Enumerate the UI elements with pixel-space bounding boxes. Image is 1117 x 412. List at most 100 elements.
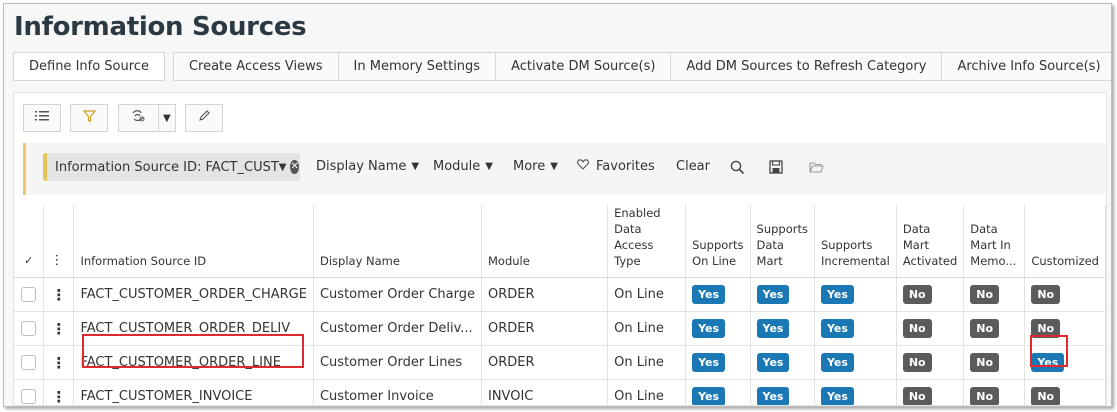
dm-inmemory-badge: No [970,285,1000,304]
chevron-down-icon: ▼ [411,161,420,172]
info-source-id-filter-chip[interactable]: Information Source ID: FACT_CUST ▼ ✕ [43,153,300,181]
customized-badge: No [1031,387,1061,405]
supports-online-badge: Yes [692,353,726,372]
supports-datamart-badge: Yes [756,387,790,405]
cell-display-name: Customer Order Lines [313,345,483,380]
row-menu-icon[interactable]: ⋮ [43,311,75,346]
row-checkbox[interactable] [21,321,37,336]
app-window: Information Sources Define Info Source C… [3,3,1112,407]
display-name-filter-label: Display Name [316,159,407,174]
col-header-dm-activated[interactable]: Data Mart Activated [896,205,965,278]
dm-activated-badge: No [902,353,932,372]
module-filter[interactable]: Module ▼ [433,159,493,174]
row-menu-icon[interactable]: ⋮ [43,345,75,380]
cell-info-source-id: FACT_CUSTOMER_ORDER_DELIV [73,311,314,346]
cell-access-type: On Line [607,379,687,405]
list-icon [35,110,49,126]
command-bar: Define Info Source Create Access Views I… [13,52,1111,81]
save-icon[interactable] [769,160,783,174]
col-header-access-type[interactable]: Enabled Data Access Type [607,205,687,278]
col-header-dm-inmemory[interactable]: Data Mart In Memo... [963,205,1026,278]
supports-incremental-badge: Yes [820,353,854,372]
header-menu-icon[interactable]: ⋮ [43,205,75,278]
row-checkbox[interactable] [21,389,37,404]
cell-display-name: Customer Order Deliv... [313,311,483,346]
more-filter-label: More [513,159,546,174]
favorites-button[interactable]: Favorites [577,159,655,174]
filter-bar: Information Source ID: FACT_CUST ▼ ✕ Dis… [23,143,1105,195]
folder-icon[interactable] [809,161,824,173]
col-header-info-source-id[interactable]: Information Source ID [73,205,314,278]
filter-toggle-button[interactable] [70,104,108,132]
module-filter-label: Module [433,159,481,174]
row-checkbox[interactable] [21,355,37,370]
cell-access-type: On Line [607,345,687,380]
clear-chip-icon[interactable]: ✕ [290,160,299,174]
settings-dropdown-button[interactable]: ▼ [118,104,176,132]
col-header-display-name[interactable]: Display Name [313,205,483,278]
list-panel: ▼ Information Source ID: FACT_CUST ▼ ✕ D… [13,92,1107,406]
edit-button[interactable] [185,104,223,132]
cell-display-name: Customer Order Charge [313,277,483,312]
activate-dm-sources-button[interactable]: Activate DM Source(s) [496,52,672,81]
cell-module: ORDER [481,345,609,380]
add-dm-sources-refresh-button[interactable]: Add DM Sources to Refresh Category [671,52,943,81]
cell-module: ORDER [481,311,609,346]
pencil-icon [198,110,210,126]
table-row[interactable]: ⋮ FACT_CUSTOMER_ORDER_DELIV Customer Ord… [14,311,1106,346]
row-menu-icon[interactable]: ⋮ [43,379,75,405]
search-icon[interactable] [730,160,745,175]
in-memory-settings-button[interactable]: In Memory Settings [338,52,497,81]
dm-inmemory-badge: No [970,319,1000,338]
table-header-row: ✓ ⋮ Information Source ID Display Name M… [14,205,1106,278]
col-header-supports-datamart[interactable]: Supports Data Mart [750,205,815,278]
select-all-checkbox[interactable]: ✓ [14,205,45,278]
col-header-module[interactable]: Module [481,205,609,278]
archive-info-sources-button[interactable]: Archive Info Source(s) [942,52,1111,81]
create-access-views-button[interactable]: Create Access Views [172,52,339,81]
table-row[interactable]: ⋮ FACT_CUSTOMER_ORDER_LINE Customer Orde… [14,345,1106,380]
cell-access-type: On Line [607,277,687,312]
supports-incremental-badge: Yes [820,285,854,304]
dm-inmemory-badge: No [970,353,1000,372]
col-header-supports-online[interactable]: Supports On Line [685,205,751,278]
filter-icon [82,109,96,127]
display-name-filter[interactable]: Display Name ▼ [316,159,419,174]
define-info-source-button[interactable]: Define Info Source [13,52,165,81]
split-divider [158,105,159,131]
col-header-customized[interactable]: Customized [1024,205,1106,278]
chevron-down-icon: ▼ [485,161,493,172]
chevron-down-icon[interactable]: ▼ [279,162,287,173]
supports-incremental-badge: Yes [820,319,854,338]
dm-inmemory-badge: No [970,387,1000,405]
supports-datamart-badge: Yes [756,319,790,338]
customized-badge: No [1031,319,1061,338]
list-view-button[interactable] [23,104,61,132]
row-menu-icon[interactable]: ⋮ [43,277,75,312]
cell-info-source-id: FACT_CUSTOMER_ORDER_CHARGE [73,277,314,312]
chevron-down-icon[interactable]: ▼ [163,113,171,124]
customized-badge: No [1031,285,1061,304]
dm-activated-badge: No [902,319,932,338]
cell-info-source-id: FACT_CUSTOMER_ORDER_LINE [73,345,314,380]
cell-module: ORDER [481,277,609,312]
favorites-label: Favorites [596,159,655,174]
table-row[interactable]: ⋮ FACT_CUSTOMER_INVOICE Customer Invoice… [14,379,1106,405]
cell-info-source-id: FACT_CUSTOMER_INVOICE [73,379,314,405]
clear-filters-button[interactable]: Clear [676,159,710,174]
supports-online-badge: Yes [692,387,726,405]
more-filter[interactable]: More ▼ [513,159,558,174]
col-header-supports-incremental[interactable]: Supports Incremental [814,205,897,278]
supports-online-badge: Yes [692,319,726,338]
page-title: Information Sources [14,12,307,42]
chevron-down-icon: ▼ [550,161,558,172]
supports-datamart-badge: Yes [756,285,790,304]
customized-badge: Yes [1031,353,1065,372]
row-checkbox[interactable] [21,287,37,302]
cell-module: INVOIC [481,379,609,405]
supports-online-badge: Yes [692,285,726,304]
heart-icon [577,159,589,174]
dm-activated-badge: No [902,387,932,405]
filter-chip-label: Information Source ID: FACT_CUST [55,159,279,175]
table-row[interactable]: ⋮ FACT_CUSTOMER_ORDER_CHARGE Customer Or… [14,277,1106,312]
